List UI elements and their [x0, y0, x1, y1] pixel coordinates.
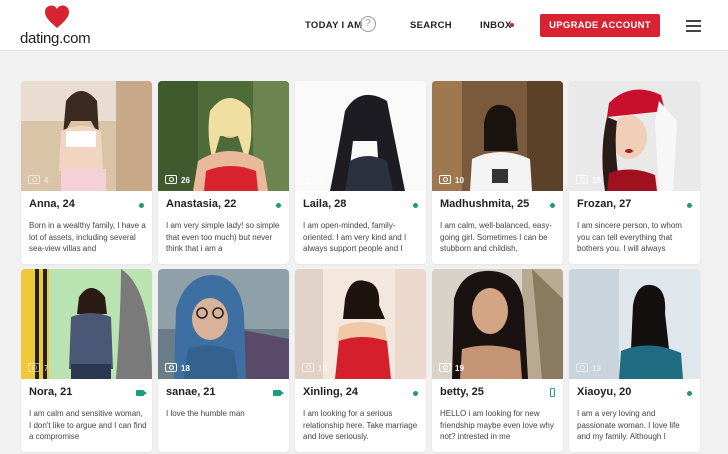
- photo-count: 15: [576, 175, 601, 187]
- online-status-dot: [276, 203, 281, 208]
- profile-card[interactable]: 26 Anastasia, 22 I am very simple lady! …: [158, 81, 289, 264]
- profile-description: HELLO i am looking for new friendship ma…: [440, 409, 554, 441]
- dating-logo[interactable]: dating.com: [20, 4, 91, 48]
- profile-card[interactable]: 10 Madhushmita, 25 I am calm, well-balan…: [432, 81, 563, 264]
- profile-name: sanae, 21: [166, 386, 216, 398]
- profile-name: Xinling, 24: [303, 386, 359, 398]
- profile-name: Anastasia, 22: [166, 198, 237, 210]
- profile-name: Madhushmita, 25: [440, 198, 530, 210]
- camera-icon: [439, 175, 451, 184]
- profile-name: betty, 25: [440, 386, 484, 398]
- logo-text: dating.com: [20, 30, 91, 47]
- profile-card[interactable]: 4 Anna, 24 Born in a wealthy family, I h…: [21, 81, 152, 264]
- nav-search[interactable]: SEARCH: [410, 20, 452, 31]
- camera-icon: [165, 363, 177, 372]
- help-icon[interactable]: ?: [360, 16, 376, 32]
- online-status-dot: [687, 203, 692, 208]
- photo-count: 18: [165, 363, 190, 375]
- hamburger-menu-icon[interactable]: [686, 20, 701, 32]
- nav-today-i-am[interactable]: TODAY I AM: [305, 20, 362, 31]
- photo-count: 26: [165, 175, 190, 187]
- profile-card[interactable]: 13 Xiaoyu, 20 I am a very loving and pas…: [569, 269, 700, 452]
- online-status-dot: [687, 391, 692, 396]
- video-chat-icon: [136, 390, 147, 396]
- profile-description: I am looking for a serious relationship …: [303, 409, 418, 441]
- photo-count: 10: [439, 175, 464, 187]
- camera-icon: [165, 175, 177, 184]
- profile-description: I love the humble man: [166, 409, 245, 418]
- profile-name: Nora, 21: [29, 386, 73, 398]
- photo-count: 13: [576, 363, 601, 375]
- profile-description: I am a very loving and passionate woman.…: [577, 409, 680, 441]
- camera-icon: [28, 363, 40, 372]
- profile-name: Anna, 24: [29, 198, 75, 210]
- online-status-dot: [413, 203, 418, 208]
- profile-name: Frozan, 27: [577, 198, 632, 210]
- camera-icon: [576, 175, 588, 184]
- profile-name: Laila, 28: [303, 198, 347, 210]
- profile-card[interactable]: 19 betty, 25 HELLO i am looking for new …: [432, 269, 563, 452]
- mobile-phone-icon: [550, 388, 555, 397]
- photo-count: 6: [302, 175, 322, 187]
- profile-description: Born in a wealthy family, I have a lot o…: [29, 221, 146, 253]
- profile-card[interactable]: 6 Laila, 28 I am open-minded, family-ori…: [295, 81, 426, 264]
- camera-icon: [439, 363, 451, 372]
- inbox-unread-dot: [510, 23, 514, 27]
- camera-icon: [576, 363, 588, 372]
- heart-logo-icon: [45, 5, 69, 28]
- photo-count: 7: [28, 363, 48, 375]
- camera-icon: [302, 175, 314, 184]
- profile-description: I am very simple lady! so simple that ev…: [166, 221, 280, 253]
- photo-count: 18: [302, 363, 327, 375]
- profile-card[interactable]: 18 sanae, 21 I love the humble man: [158, 269, 289, 452]
- camera-icon: [28, 175, 40, 184]
- profile-description: I am open-minded, family-oriented. I am …: [303, 221, 407, 253]
- profile-description: I am calm and sensitive woman, I don't l…: [29, 409, 147, 441]
- profile-description: I am calm, well-balanced, easy-going gir…: [440, 221, 553, 253]
- camera-icon: [302, 363, 314, 372]
- upgrade-account-button[interactable]: UPGRADE ACCOUNT: [540, 14, 660, 37]
- profile-name: Xiaoyu, 20: [577, 386, 632, 398]
- nav-inbox[interactable]: INBOX: [480, 20, 512, 31]
- profile-card[interactable]: 15 Frozan, 27 I am sincere person, to wh…: [569, 81, 700, 264]
- online-status-dot: [550, 203, 555, 208]
- profile-card[interactable]: 18 Xinling, 24 I am looking for a seriou…: [295, 269, 426, 452]
- video-chat-icon: [273, 390, 284, 396]
- profile-card[interactable]: 7 Nora, 21 I am calm and sensitive woman…: [21, 269, 152, 452]
- photo-count: 19: [439, 363, 464, 375]
- photo-count: 4: [28, 175, 48, 187]
- online-status-dot: [139, 203, 144, 208]
- top-header: dating.com TODAY I AM ? SEARCH INBOX UPG…: [0, 0, 728, 51]
- profile-description: I am sincere person, to whom you can tel…: [577, 221, 682, 253]
- online-status-dot: [413, 391, 418, 396]
